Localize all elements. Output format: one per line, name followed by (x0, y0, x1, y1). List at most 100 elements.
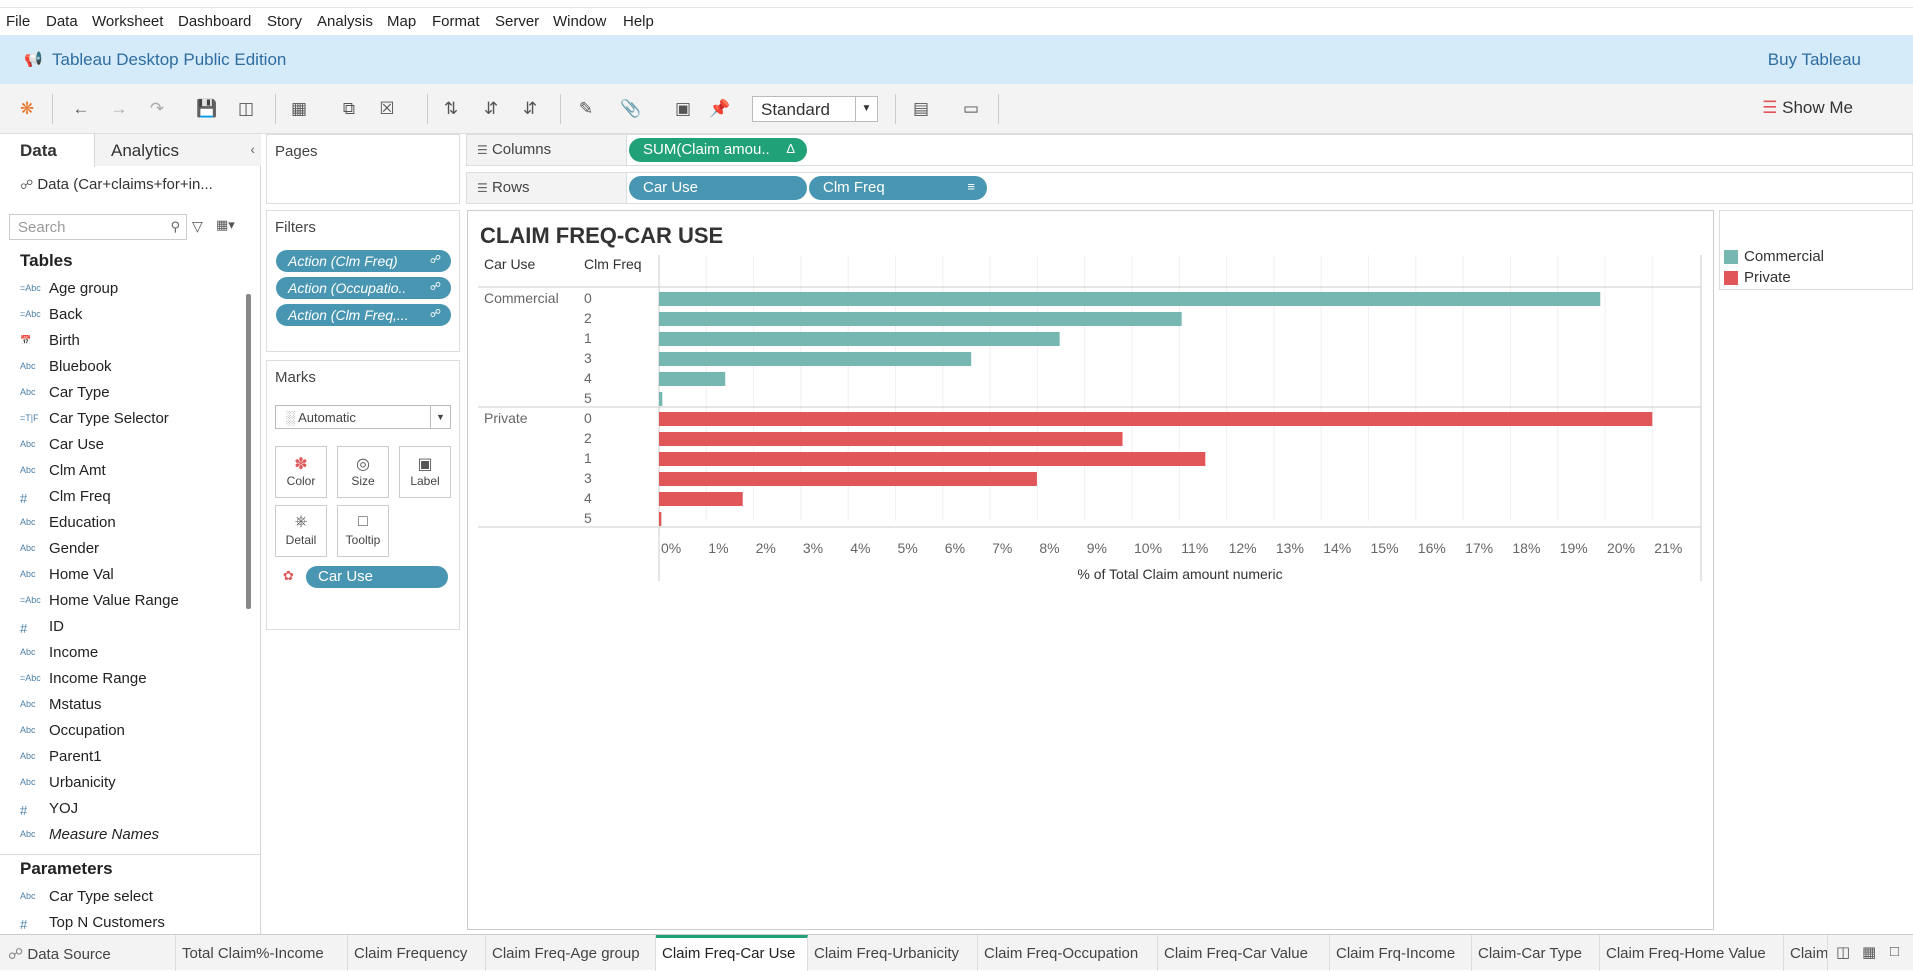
tab-data[interactable]: Data (0, 134, 95, 167)
view-options-icon[interactable]: ▦▾ (216, 217, 235, 233)
x-tick-label: 19% (1560, 540, 1588, 556)
menu-data[interactable]: Data (46, 13, 78, 30)
filter-pill[interactable]: Action (Clm Freq,... ☍ (276, 304, 451, 326)
highlight-icon[interactable]: ✎ (575, 98, 597, 120)
field-parent1[interactable]: Abc Parent1 (20, 747, 240, 771)
columns-shelf[interactable]: ☰ Columns SUM(Claim amou.. Δ (466, 134, 1913, 166)
columns-pill[interactable]: SUM(Claim amou.. Δ (629, 138, 807, 162)
tab-claim-frq-income[interactable]: Claim Frq-Income (1330, 935, 1472, 971)
pages-shelf[interactable]: Pages (266, 134, 460, 204)
field-yoj[interactable]: # YOJ (20, 799, 240, 823)
tab-claim-frequency[interactable]: Claim Frequency (348, 935, 486, 971)
tab-claim-freq-home-value[interactable]: Claim Freq-Home Value (1600, 935, 1784, 971)
filter-icon[interactable]: ▽ (192, 218, 203, 235)
redo-icon[interactable]: ↷ (146, 98, 168, 120)
tab-claim-freq-car-value[interactable]: Claim Freq-Car Value (1158, 935, 1330, 971)
mark-type-dropdown[interactable]: ░ Automatic ▼ (275, 405, 451, 429)
field-clm-freq[interactable]: # Clm Freq (20, 487, 240, 511)
forward-icon[interactable]: → (108, 98, 130, 120)
new-datasource-icon[interactable]: ◫ (235, 98, 257, 120)
field-birth[interactable]: 📅 Birth (20, 331, 240, 355)
field-income[interactable]: Abc Income (20, 643, 240, 667)
new-worksheet-icon[interactable]: ◫ (1836, 943, 1850, 961)
menu-file[interactable]: File (6, 13, 30, 30)
field-income-range[interactable]: =Abc Income Range (20, 669, 240, 693)
tooltip-button[interactable]: □ Tooltip (337, 505, 389, 557)
sort-descending-icon[interactable]: ⇵ (519, 98, 541, 120)
field-urbanicity[interactable]: Abc Urbanicity (20, 773, 240, 797)
tab-claim-freq-urbanicity[interactable]: Claim Freq-Urbanicity (808, 935, 978, 971)
tab-claim-freq-occupation[interactable]: Claim Freq-Occupation (978, 935, 1158, 971)
field-gender[interactable]: Abc Gender (20, 539, 240, 563)
menu-analysis[interactable]: Analysis (317, 13, 373, 30)
field-back[interactable]: =Abc Back (20, 305, 240, 329)
sort-ascending-icon[interactable]: ⇵ (480, 98, 502, 120)
new-worksheet-icon[interactable]: ▦ (288, 98, 310, 120)
rows-pill-clm-freq[interactable]: Clm Freq ≡ (809, 176, 987, 200)
tab-claim-freq-age-group[interactable]: Claim Freq-Age group (486, 935, 656, 971)
menu-server[interactable]: Server (495, 13, 539, 30)
menu-story[interactable]: Story (267, 13, 302, 30)
buy-tableau-link[interactable]: Buy Tableau (1768, 50, 1861, 70)
rows-shelf[interactable]: ☰ Rows Car Use Clm Freq ≡ (466, 172, 1913, 204)
menu-format[interactable]: Format (432, 13, 480, 30)
tab-total-claim-income[interactable]: Total Claim%-Income (176, 935, 348, 971)
menu-dashboard[interactable]: Dashboard (178, 13, 251, 30)
field-bluebook[interactable]: Abc Bluebook (20, 357, 240, 381)
field-car-use[interactable]: Abc Car Use (20, 435, 240, 459)
car-use-color-pill[interactable]: Car Use (306, 566, 448, 588)
fix-axes-icon[interactable]: 📌 (709, 98, 731, 120)
label-button[interactable]: ▣ Label (399, 446, 451, 498)
menu-window[interactable]: Window (553, 13, 606, 30)
show-me-button[interactable]: ☰ Show Me (1762, 98, 1853, 118)
search-input[interactable]: Search ⚲ (9, 214, 187, 240)
field-car-type[interactable]: Abc Car Type (20, 383, 240, 407)
detail-button[interactable]: ⎈ Detail (275, 505, 327, 557)
filter-pill[interactable]: Action (Occupatio.. ☍ (276, 277, 451, 299)
field-education[interactable]: Abc Education (20, 513, 240, 537)
duplicate-sheet-icon[interactable]: ⧉ (338, 98, 360, 120)
datasource-item[interactable]: ☍ Data (Car+claims+for+in... (20, 176, 213, 193)
filters-shelf[interactable]: Filters Action (Clm Freq) ☍ Action (Occup… (266, 210, 460, 352)
group-members-icon[interactable]: 📎 (620, 98, 642, 120)
save-icon[interactable]: 💾 (196, 98, 218, 120)
tab-data-source[interactable]: ☍ Data Source (0, 935, 176, 971)
field-home-val[interactable]: Abc Home Val (20, 565, 240, 589)
field-mstatus[interactable]: Abc Mstatus (20, 695, 240, 719)
color-button[interactable]: ✽ Color (275, 446, 327, 498)
field-id[interactable]: # ID (20, 617, 240, 641)
tab-analytics[interactable]: Analytics ‹ (95, 134, 261, 166)
field-type-icon: Abc (20, 465, 36, 475)
filter-pill[interactable]: Action (Clm Freq) ☍ (276, 250, 451, 272)
menu-map[interactable]: Map (387, 13, 416, 30)
bar (659, 292, 1601, 306)
show-cards-icon[interactable]: ▤ (910, 98, 932, 120)
back-icon[interactable]: ← (70, 98, 92, 120)
fit-dropdown[interactable]: Standard ▼ (752, 96, 878, 122)
size-button[interactable]: ◎ Size (337, 446, 389, 498)
field-car-type-selector[interactable]: =T|F Car Type Selector (20, 409, 240, 433)
bar (659, 492, 743, 506)
field-age-group[interactable]: =Abc Age group (20, 279, 240, 303)
tab-claim-car-type[interactable]: Claim-Car Type (1472, 935, 1600, 971)
field-clm-amt[interactable]: Abc Clm Amt (20, 461, 240, 485)
field-occupation[interactable]: Abc Occupation (20, 721, 240, 745)
field-measure-names[interactable]: Abc Measure Names (20, 825, 240, 849)
show-mark-labels-icon[interactable]: ▣ (672, 98, 694, 120)
new-dashboard-icon[interactable]: ▦ (1862, 943, 1876, 961)
tab-claim[interactable]: Claim (1784, 935, 1828, 971)
presentation-mode-icon[interactable]: ▭ (960, 98, 982, 120)
new-story-icon[interactable]: □ (1890, 943, 1899, 960)
field-home-value-range[interactable]: =Abc Home Value Range (20, 591, 240, 615)
tab-claim-freq-car-use[interactable]: Claim Freq-Car Use (656, 935, 808, 971)
swap-rows-columns-icon[interactable]: ⇅ (440, 98, 462, 120)
param-car-type-select[interactable]: Abc Car Type select (20, 887, 240, 911)
menu-help[interactable]: Help (623, 13, 654, 30)
fields-scrollbar[interactable] (246, 294, 251, 609)
menu-worksheet[interactable]: Worksheet (92, 13, 163, 30)
collapse-pane-icon[interactable]: ‹ (250, 141, 255, 157)
rows-pill-car-use[interactable]: Car Use (629, 176, 807, 200)
clear-sheet-icon[interactable]: ☒ (376, 98, 398, 120)
tableau-logo-icon[interactable]: ❋ (16, 98, 38, 120)
category-label: 4 (584, 370, 592, 386)
